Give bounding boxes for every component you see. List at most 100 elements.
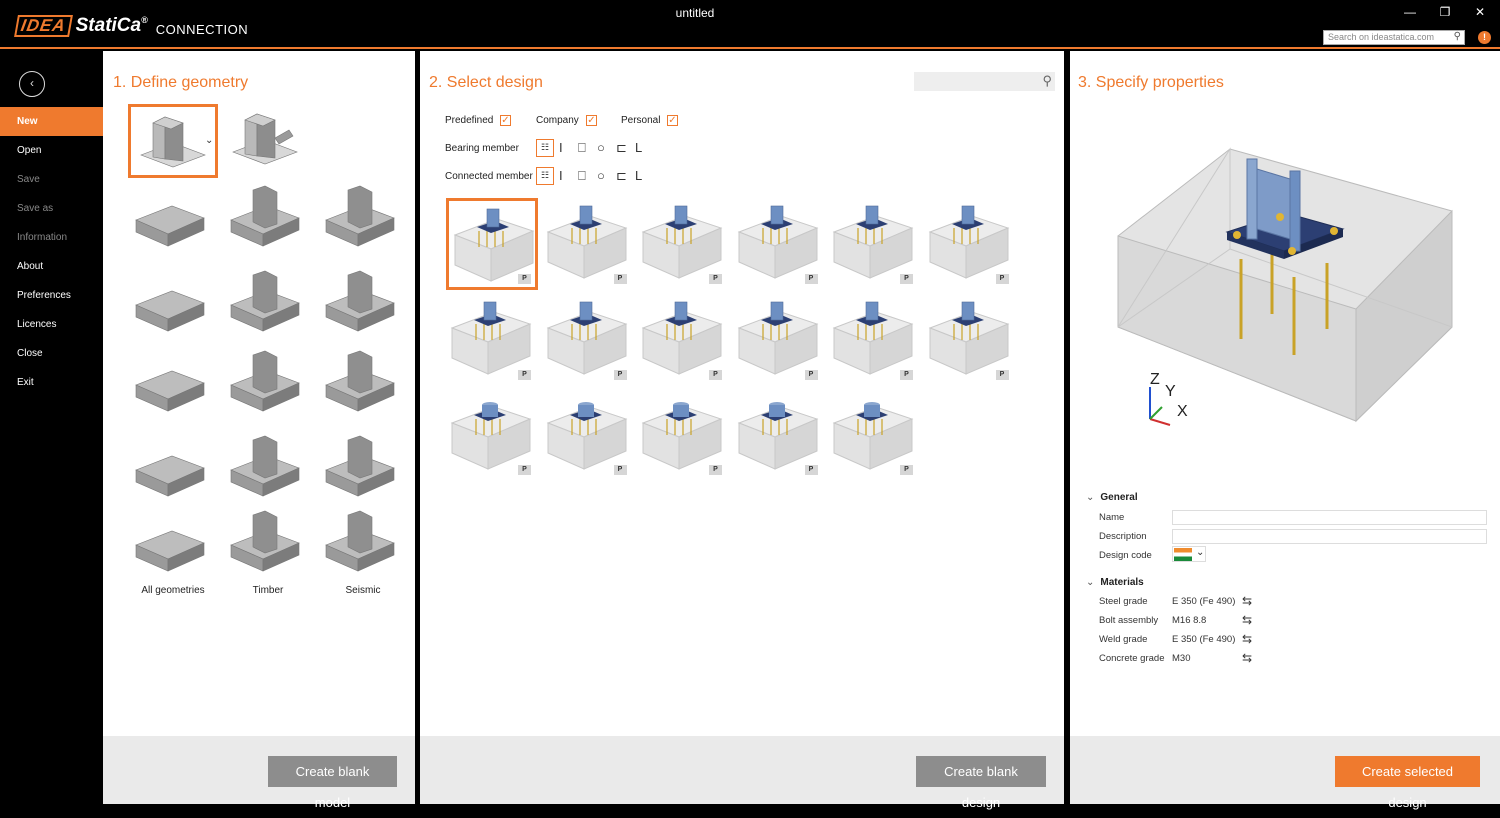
connected-shape-4-icon[interactable]: L xyxy=(635,168,642,183)
chevron-down-icon[interactable]: ⌄ xyxy=(205,135,213,146)
window-title: untitled xyxy=(675,6,715,20)
predefined-tag: P xyxy=(804,465,818,475)
material-value[interactable]: E 350 (Fe 490) xyxy=(1172,634,1235,645)
materials-section-header[interactable]: ⌄ Materials xyxy=(1086,577,1144,588)
product-name: CONNECTION xyxy=(155,21,249,37)
filter-company-checkbox[interactable]: ✓ xyxy=(586,115,597,126)
filter-personal-label: Personal xyxy=(621,115,661,126)
material-label: Steel grade xyxy=(1099,596,1148,607)
design-search-input[interactable]: ⚲ xyxy=(914,72,1055,91)
create-blank-model-button[interactable]: Create blank model xyxy=(268,756,397,810)
swap-icon[interactable]: ⇆ xyxy=(1242,613,1252,627)
general-section-header[interactable]: ⌄ General xyxy=(1086,492,1138,503)
panel-title-geometry: 1. Define geometry xyxy=(113,74,249,91)
back-button[interactable]: ‹ xyxy=(19,71,45,97)
create-selected-design-button[interactable]: Create selected design xyxy=(1335,756,1480,810)
web-search-input[interactable]: Search on ideastatica.com ⚲ xyxy=(1323,30,1465,45)
material-value[interactable]: M30 xyxy=(1172,653,1190,664)
filter-predefined-checkbox[interactable]: ✓ xyxy=(500,115,511,126)
chevron-down-icon: ⌄ xyxy=(1086,492,1095,503)
close-window-button[interactable]: ✕ xyxy=(1470,5,1490,19)
material-label: Bolt assembly xyxy=(1099,615,1159,626)
bearing-all-list-icon[interactable]: ☷ xyxy=(536,139,554,157)
name-label: Name xyxy=(1099,512,1125,523)
minimize-button[interactable]: — xyxy=(1400,5,1420,19)
menu-item-close[interactable]: Close xyxy=(0,339,103,368)
search-icon: ⚲ xyxy=(1042,73,1052,88)
swap-icon[interactable]: ⇆ xyxy=(1242,594,1252,608)
geometry-thumbnail[interactable] xyxy=(318,269,408,343)
material-value[interactable]: M16 8.8 xyxy=(1172,615,1206,626)
connected-all-list-icon[interactable]: ☷ xyxy=(536,167,554,185)
predefined-tag: P xyxy=(995,369,1009,380)
menu-item-new[interactable]: New xyxy=(0,107,103,136)
material-value[interactable]: E 350 (Fe 490) xyxy=(1172,596,1235,607)
predefined-tag: P xyxy=(900,274,913,284)
predefined-tag: P xyxy=(995,274,1009,284)
filter-company-label: Company xyxy=(536,115,579,126)
menu-item-save-as: Save as xyxy=(17,203,54,214)
info-icon[interactable]: ! xyxy=(1478,31,1491,44)
description-input[interactable] xyxy=(1172,529,1487,544)
geometry-thumbnail[interactable] xyxy=(128,434,218,508)
filter-personal-checkbox[interactable]: ✓ xyxy=(667,115,678,126)
predefined-tag: P xyxy=(613,274,627,284)
geometry-thumbnail[interactable] xyxy=(318,509,408,583)
menu-item-save: Save xyxy=(17,174,40,185)
menu-item-preferences[interactable]: Preferences xyxy=(0,281,103,310)
axis-z-label: Z xyxy=(1150,371,1160,388)
chevron-down-icon: ⌄ xyxy=(1086,577,1095,588)
geometry-thumbnail[interactable] xyxy=(223,104,313,178)
geometry-thumbnail[interactable] xyxy=(223,269,313,343)
menu-item-about[interactable]: About xyxy=(0,252,103,281)
geometry-label-all: All geometries xyxy=(141,585,205,596)
3d-viewport[interactable]: Z Y X xyxy=(1112,139,1462,439)
bearing-shape-1-icon[interactable]: ⎕ xyxy=(578,140,586,156)
geometry-thumbnail[interactable] xyxy=(318,184,408,258)
material-label: Concrete grade xyxy=(1099,653,1165,664)
geometry-label-timber: Timber xyxy=(252,585,284,596)
bearing-shape-3-icon[interactable]: ⊏ xyxy=(616,140,627,156)
bearing-shape-2-icon[interactable]: ○ xyxy=(597,140,605,155)
connected-shape-1-icon[interactable]: ⎕ xyxy=(578,168,586,184)
panel1-footer: Create blank model xyxy=(103,736,415,810)
geometry-thumbnail[interactable] xyxy=(318,349,408,423)
panel3-footer: Create selected design xyxy=(1070,736,1500,810)
geometry-thumbnail[interactable] xyxy=(128,349,218,423)
panel2-footer: Create blank design xyxy=(420,736,1064,810)
design-code-label: Design code xyxy=(1099,550,1152,561)
chevron-down-icon: ⌄ xyxy=(1196,547,1205,558)
connected-shape-2-icon[interactable]: ○ xyxy=(597,168,605,183)
create-blank-design-button[interactable]: Create blank design xyxy=(916,756,1046,810)
india-flag-icon xyxy=(1174,548,1192,561)
geometry-thumbnail[interactable] xyxy=(128,509,218,583)
predefined-tag: P xyxy=(518,274,531,284)
menu-item-open[interactable]: Open xyxy=(0,136,103,165)
predefined-tag: P xyxy=(804,274,818,284)
connected-member-label: Connected member xyxy=(445,171,533,182)
swap-icon[interactable]: ⇆ xyxy=(1242,632,1252,646)
filter-predefined-label: Predefined xyxy=(445,115,494,126)
select-design-panel: 2. Select design ⚲ Predefined ✓ Company … xyxy=(420,51,1064,810)
predefined-tag: P xyxy=(709,369,722,380)
menu-item-exit[interactable]: Exit xyxy=(0,368,103,397)
geometry-thumbnail[interactable] xyxy=(128,184,218,258)
geometry-thumbnail[interactable] xyxy=(223,184,313,258)
panel-title-properties: 3. Specify properties xyxy=(1078,74,1224,91)
geometry-thumbnail[interactable] xyxy=(318,434,408,508)
define-geometry-panel: 1. Define geometry ⌄ All geometries Timb… xyxy=(103,51,415,810)
geometry-thumbnail[interactable] xyxy=(128,269,218,343)
swap-icon[interactable]: ⇆ xyxy=(1242,651,1252,665)
connected-shape-3-icon[interactable]: ⊏ xyxy=(616,168,627,184)
menu-item-licences[interactable]: Licences xyxy=(0,310,103,339)
geometry-thumbnail[interactable] xyxy=(223,434,313,508)
description-label: Description xyxy=(1099,531,1147,542)
name-input[interactable] xyxy=(1172,510,1487,525)
geometry-thumbnail[interactable] xyxy=(223,349,313,423)
geometry-thumbnail[interactable] xyxy=(223,509,313,583)
connected-shape-0-icon[interactable]: I xyxy=(559,168,563,183)
restore-button[interactable]: ❐ xyxy=(1435,5,1455,19)
bearing-shape-0-icon[interactable]: I xyxy=(559,140,563,155)
axis-y-label: Y xyxy=(1165,383,1176,400)
bearing-shape-4-icon[interactable]: L xyxy=(635,140,642,155)
